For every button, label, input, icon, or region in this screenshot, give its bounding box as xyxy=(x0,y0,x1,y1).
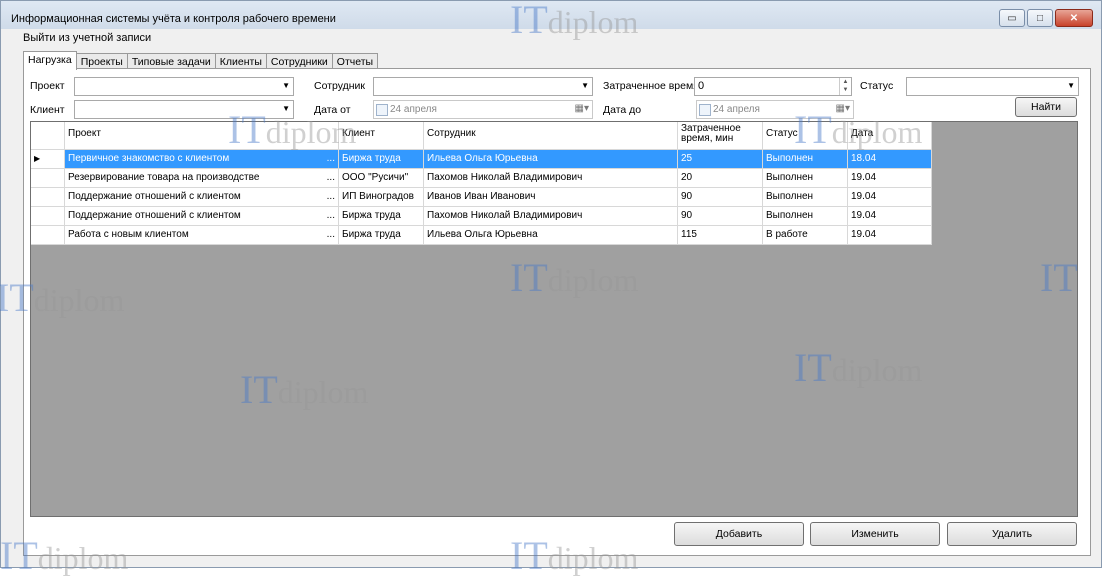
chevron-down-icon: ▼ xyxy=(581,81,589,90)
tab-workload[interactable]: Нагрузка xyxy=(23,51,77,70)
table-row[interactable]: Поддержание отношений с клиентом... Бирж… xyxy=(31,207,932,226)
cell-time[interactable]: 20 xyxy=(678,169,763,188)
calendar-icon[interactable]: ▦▾ xyxy=(836,103,850,114)
app-window: Информационная системы учёта и контроля … xyxy=(0,0,1102,568)
minimize-button[interactable]: ▭ xyxy=(999,9,1025,27)
cell-client[interactable]: Биржа труда xyxy=(339,150,424,169)
ellipsis-button[interactable]: ... xyxy=(327,153,335,164)
date-to-picker[interactable]: 24 апреля ▦▾ xyxy=(696,100,854,119)
data-grid[interactable]: Проект Клиент Сотрудник Затраченное врем… xyxy=(30,121,1078,517)
row-header[interactable] xyxy=(31,226,65,245)
cell-text: Резервирование товара на производстве xyxy=(68,172,260,183)
column-header-status[interactable]: Статус xyxy=(763,122,848,150)
cell-employee[interactable]: Иванов Иван Иванович xyxy=(424,188,678,207)
cell-client[interactable]: ИП Виноградов xyxy=(339,188,424,207)
time-label: Затраченное время xyxy=(603,80,699,92)
status-label: Статус xyxy=(860,80,894,92)
row-header[interactable] xyxy=(31,188,65,207)
cell-project[interactable]: Поддержание отношений с клиентом... xyxy=(65,207,339,226)
column-header-date[interactable]: Дата xyxy=(848,122,932,150)
cell-text: Поддержание отношений с клиентом xyxy=(68,191,241,202)
cell-time[interactable]: 90 xyxy=(678,188,763,207)
cell-project[interactable]: Первичное знакомство с клиентом... xyxy=(65,150,339,169)
table-row[interactable]: Резервирование товара на производстве...… xyxy=(31,169,932,188)
table-row[interactable]: Поддержание отношений с клиентом... ИП В… xyxy=(31,188,932,207)
row-header-corner xyxy=(31,122,65,150)
table-row[interactable]: ▶ Первичное знакомство с клиентом... Бир… xyxy=(31,150,932,169)
chevron-down-icon: ▼ xyxy=(282,81,290,90)
client-combo[interactable]: ▼ xyxy=(74,100,294,119)
column-header-time[interactable]: Затраченное время, мин xyxy=(678,122,763,150)
cell-project[interactable]: Работа с новым клиентом... xyxy=(65,226,339,245)
cell-status[interactable]: Выполнен xyxy=(763,188,848,207)
grid-header: Проект Клиент Сотрудник Затраченное врем… xyxy=(31,122,932,150)
client-label: Клиент xyxy=(30,104,65,116)
status-combo[interactable]: ▼ xyxy=(906,77,1079,96)
row-header[interactable] xyxy=(31,207,65,226)
maximize-button[interactable]: □ xyxy=(1027,9,1053,27)
title-bar: Информационная системы учёта и контроля … xyxy=(1,1,1101,29)
column-header-client[interactable]: Клиент xyxy=(339,122,424,150)
edit-button[interactable]: Изменить xyxy=(810,522,940,546)
cell-project[interactable]: Поддержание отношений с клиентом... xyxy=(65,188,339,207)
chevron-down-icon: ▼ xyxy=(1067,81,1075,90)
time-spinner[interactable]: 0 ▲ ▼ xyxy=(694,77,852,96)
project-label: Проект xyxy=(30,80,65,92)
ellipsis-button[interactable]: ... xyxy=(327,191,335,202)
calendar-icon[interactable]: ▦▾ xyxy=(575,103,589,114)
checkbox[interactable] xyxy=(699,104,711,116)
date-to-value: 24 апреля xyxy=(713,104,760,115)
chevron-down-icon: ▼ xyxy=(282,104,290,113)
project-combo[interactable]: ▼ xyxy=(74,77,294,96)
cell-status[interactable]: Выполнен xyxy=(763,207,848,226)
employee-label: Сотрудник xyxy=(314,80,366,92)
table-row[interactable]: Работа с новым клиентом... Биржа труда И… xyxy=(31,226,932,245)
cell-date[interactable]: 19.04 xyxy=(848,188,932,207)
cell-time[interactable]: 115 xyxy=(678,226,763,245)
cell-date[interactable]: 19.04 xyxy=(848,207,932,226)
ellipsis-button[interactable]: ... xyxy=(327,172,335,183)
row-header[interactable]: ▶ xyxy=(31,150,65,169)
cell-time[interactable]: 25 xyxy=(678,150,763,169)
cell-status[interactable]: В работе xyxy=(763,226,848,245)
ellipsis-button[interactable]: ... xyxy=(327,229,335,240)
cell-date[interactable]: 19.04 xyxy=(848,169,932,188)
search-button[interactable]: Найти xyxy=(1015,97,1077,117)
date-from-picker[interactable]: 24 апреля ▦▾ xyxy=(373,100,593,119)
cell-client[interactable]: ООО "Русичи" xyxy=(339,169,424,188)
column-header-project[interactable]: Проект xyxy=(65,122,339,150)
window-title: Информационная системы учёта и контроля … xyxy=(11,13,336,25)
spin-arrows-icon[interactable]: ▲ ▼ xyxy=(839,78,851,95)
date-from-value: 24 апреля xyxy=(390,104,437,115)
employee-combo[interactable]: ▼ xyxy=(373,77,593,96)
column-header-employee[interactable]: Сотрудник xyxy=(424,122,678,150)
cell-employee[interactable]: Ильева Ольга Юрьевна xyxy=(424,150,678,169)
logout-menu-item[interactable]: Выйти из учетной записи xyxy=(23,32,151,44)
row-pointer-icon: ▶ xyxy=(34,154,41,163)
cell-employee[interactable]: Пахомов Николай Владимирович xyxy=(424,207,678,226)
cell-time[interactable]: 90 xyxy=(678,207,763,226)
cell-text: Поддержание отношений с клиентом xyxy=(68,210,241,221)
date-from-label: Дата от xyxy=(314,104,351,116)
cell-employee[interactable]: Пахомов Николай Владимирович xyxy=(424,169,678,188)
cell-date[interactable]: 18.04 xyxy=(848,150,932,169)
cell-client[interactable]: Биржа труда xyxy=(339,207,424,226)
ellipsis-button[interactable]: ... xyxy=(327,210,335,221)
time-value: 0 xyxy=(698,80,705,92)
cell-project[interactable]: Резервирование товара на производстве... xyxy=(65,169,339,188)
checkbox[interactable] xyxy=(376,104,388,116)
cell-employee[interactable]: Ильева Ольга Юрьевна xyxy=(424,226,678,245)
cell-status[interactable]: Выполнен xyxy=(763,150,848,169)
cell-client[interactable]: Биржа труда xyxy=(339,226,424,245)
cell-text: Работа с новым клиентом xyxy=(68,229,189,240)
close-button[interactable]: ✕ xyxy=(1055,9,1093,27)
row-header[interactable] xyxy=(31,169,65,188)
date-to-label: Дата до xyxy=(603,104,642,116)
cell-status[interactable]: Выполнен xyxy=(763,169,848,188)
cell-date[interactable]: 19.04 xyxy=(848,226,932,245)
cell-text: Первичное знакомство с клиентом xyxy=(68,153,230,164)
add-button[interactable]: Добавить xyxy=(674,522,804,546)
delete-button[interactable]: Удалить xyxy=(947,522,1077,546)
